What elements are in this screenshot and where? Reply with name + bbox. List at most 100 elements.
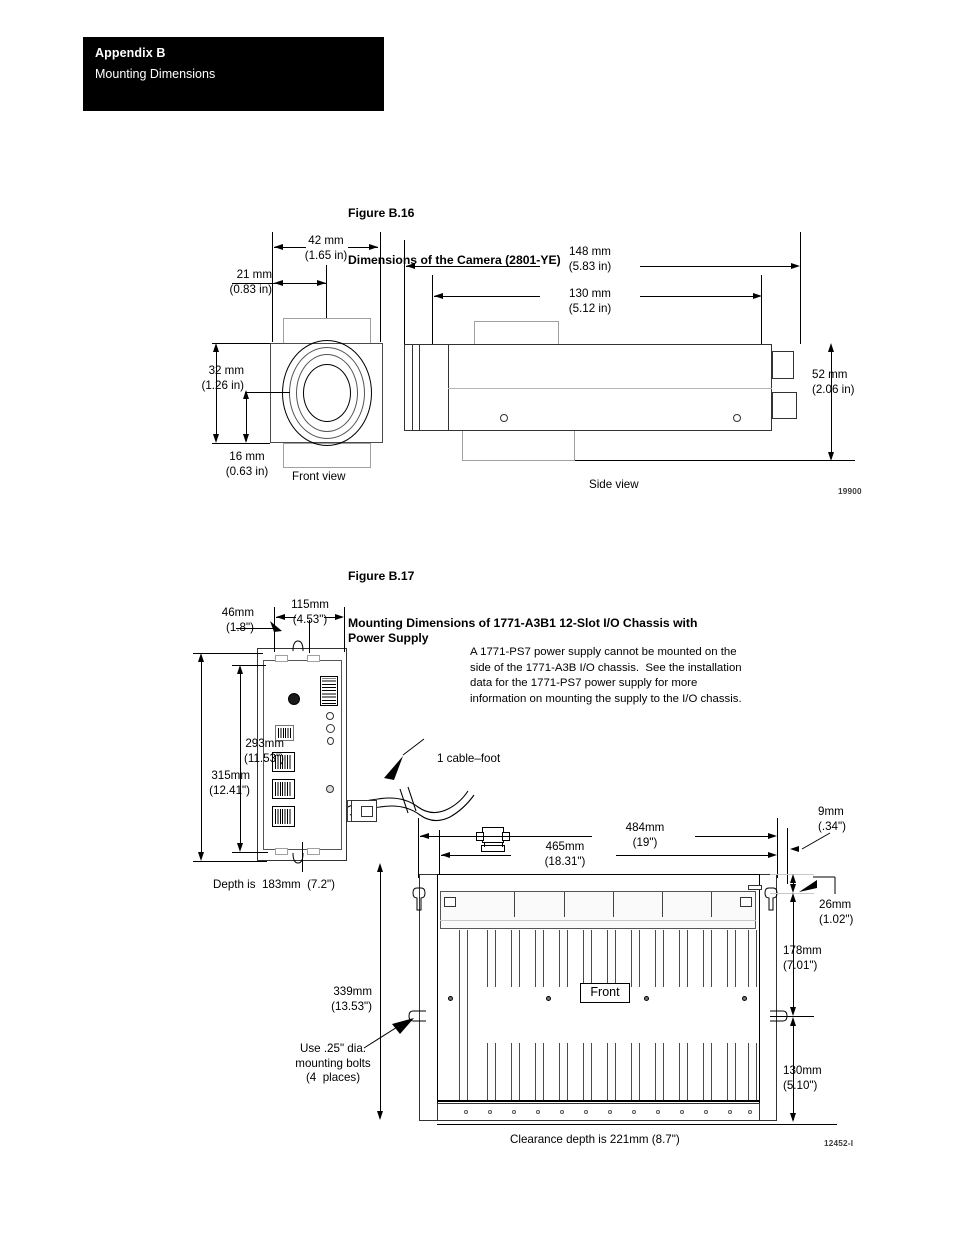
arrowhead bbox=[197, 653, 204, 662]
dim-line bbox=[406, 266, 540, 267]
arrowhead bbox=[197, 852, 204, 861]
arrowhead bbox=[827, 452, 834, 461]
mounting-keyhole-icon bbox=[412, 887, 426, 911]
arrowhead bbox=[242, 390, 249, 399]
camera-side-hole bbox=[500, 414, 508, 422]
card-guide-lower bbox=[703, 1043, 712, 1100]
chassis-vent-hole bbox=[584, 1110, 588, 1114]
camera-side-bottom-flange bbox=[462, 430, 575, 461]
dimension-46mm: 46mm (1.8") bbox=[221, 606, 254, 634]
dimension-339mm: 339mm (13.53") bbox=[331, 985, 372, 1013]
card-guide-lower bbox=[679, 1043, 688, 1100]
dimension-465mm: 465mm (18.31") bbox=[544, 840, 586, 868]
chassis-screw bbox=[448, 996, 453, 1001]
chassis-vent-hole bbox=[464, 1110, 468, 1114]
dim-line bbox=[640, 296, 754, 297]
front-label-box: Front bbox=[580, 983, 630, 1003]
chassis-vent-hole bbox=[748, 1110, 752, 1114]
dimension-9mm: 9mm (.34") bbox=[818, 805, 846, 833]
dimension-42mm: 42 mm (1.65 in) bbox=[304, 234, 348, 262]
arrowhead bbox=[790, 845, 799, 852]
arrowhead bbox=[376, 863, 383, 872]
ps-mount-tab bbox=[275, 848, 288, 855]
arrowhead bbox=[768, 832, 777, 839]
card-guide-upper bbox=[631, 930, 640, 987]
arrowhead bbox=[789, 1113, 796, 1122]
cable-connector-right bbox=[482, 827, 504, 843]
figure-17-caption: Mounting Dimensions of 1771-A3B1 12-Slot… bbox=[348, 615, 698, 646]
figure-17-drawing-number: 12452-I bbox=[824, 1139, 854, 1148]
dimension-178mm: 178mm (7.01") bbox=[783, 944, 822, 972]
arrowhead bbox=[434, 292, 443, 299]
card-guide-upper bbox=[607, 930, 616, 987]
cable-pin bbox=[502, 843, 503, 847]
depth-label: Depth is 183mm (7.2") bbox=[213, 878, 336, 891]
cable-pin bbox=[484, 843, 485, 847]
backplane-tab bbox=[748, 885, 762, 890]
clearance-depth-label: Clearance depth is 221mm (8.7") bbox=[510, 1133, 680, 1146]
ext-line bbox=[272, 232, 273, 342]
cable-connector-left-pin bbox=[361, 806, 373, 817]
ext-line bbox=[212, 443, 270, 444]
ext-line bbox=[439, 830, 440, 880]
card-guide-upper bbox=[511, 930, 520, 987]
ext-line bbox=[380, 232, 381, 342]
chassis-vent-hole bbox=[656, 1110, 660, 1114]
camera-front-bottom-flange bbox=[283, 443, 371, 468]
arrowhead bbox=[789, 1007, 796, 1016]
brand-logo-icon bbox=[288, 693, 300, 705]
arrowhead bbox=[753, 292, 762, 299]
camera-side-lens-line bbox=[412, 344, 413, 431]
arrowhead bbox=[335, 613, 344, 620]
appendix-header-banner: Appendix B Mounting Dimensions bbox=[83, 37, 384, 111]
camera-side-top-flange bbox=[474, 321, 559, 345]
ps-screw-icon bbox=[326, 724, 335, 733]
dimension-16mm: 16 mm (0.63 in) bbox=[225, 450, 269, 478]
chassis-vent-hole bbox=[608, 1110, 612, 1114]
card-guide-upper bbox=[703, 930, 712, 987]
dimension-148mm: 148 mm (5.83 in) bbox=[568, 245, 612, 273]
leader-line bbox=[302, 842, 303, 872]
backplane-tick bbox=[711, 892, 712, 917]
arrowhead bbox=[791, 262, 800, 269]
arrowhead bbox=[789, 893, 796, 902]
dim-line bbox=[420, 836, 592, 837]
arrowhead bbox=[212, 434, 219, 443]
ext-line bbox=[777, 818, 778, 878]
dim-line bbox=[616, 855, 768, 856]
clearance-ext-line bbox=[437, 1124, 837, 1125]
chassis-backplane-bar bbox=[440, 891, 756, 929]
leader-line bbox=[363, 1018, 414, 1049]
chassis-bottom-tray bbox=[437, 1103, 760, 1121]
ext-line bbox=[232, 852, 268, 853]
ext-line bbox=[432, 275, 433, 347]
camera-side-connector-bottom bbox=[772, 392, 797, 419]
chassis-vent-hole bbox=[488, 1110, 492, 1114]
arrowhead bbox=[789, 1017, 796, 1026]
dim-line bbox=[201, 656, 202, 854]
appendix-subtitle: Mounting Dimensions bbox=[95, 67, 216, 81]
dim-line bbox=[441, 855, 511, 856]
ps-indicator-icon bbox=[327, 737, 334, 745]
dimension-52mm: 52 mm (2.06 in) bbox=[812, 368, 855, 396]
card-guide-lower bbox=[459, 1008, 468, 1100]
chassis-vent-hole bbox=[560, 1110, 564, 1114]
chassis-bottom-rail bbox=[437, 1100, 760, 1102]
dim-line bbox=[695, 836, 768, 837]
arrowhead bbox=[376, 1111, 383, 1120]
camera-side-connector-top bbox=[772, 351, 794, 379]
card-guide-lower bbox=[511, 1043, 520, 1100]
card-guide-upper bbox=[487, 930, 496, 987]
card-guide-upper bbox=[583, 930, 592, 987]
dim-line bbox=[236, 628, 274, 629]
arrowhead bbox=[274, 243, 283, 250]
arrowhead bbox=[827, 343, 834, 352]
backplane-connector-left bbox=[444, 897, 456, 907]
chassis-vent-hole bbox=[728, 1110, 732, 1114]
arrowhead bbox=[236, 665, 243, 674]
ps-port-3 bbox=[272, 779, 295, 799]
card-guide-lower bbox=[583, 1043, 592, 1100]
ext-line bbox=[800, 232, 801, 344]
chassis-screw bbox=[644, 996, 649, 1001]
backplane-connector-right bbox=[740, 897, 752, 907]
